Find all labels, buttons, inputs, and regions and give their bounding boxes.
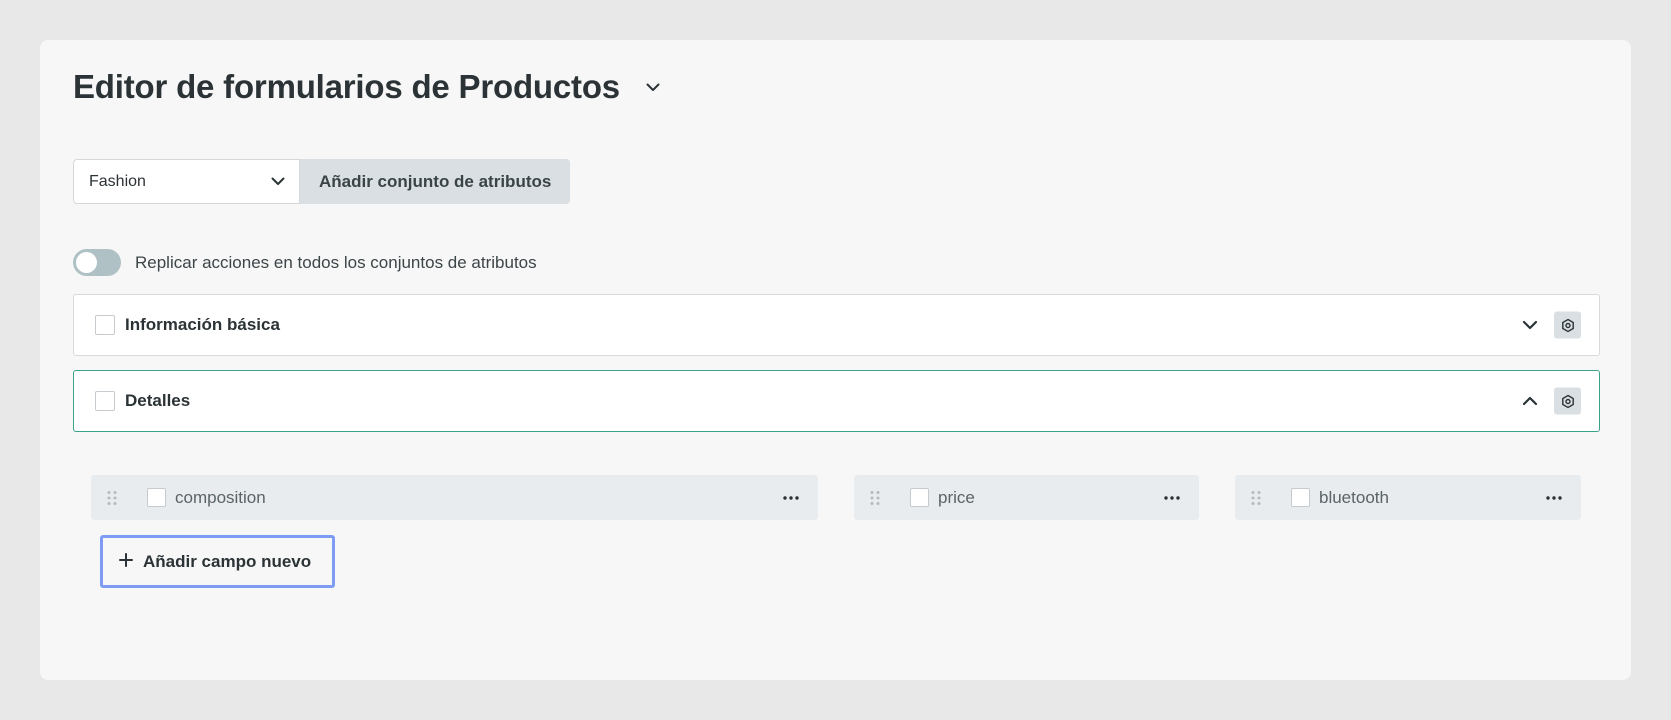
section-checkbox[interactable] (95, 315, 115, 335)
attribute-set-value: Fashion (89, 172, 146, 190)
field-price[interactable]: price (854, 475, 1199, 520)
title-row: Editor de formularios de Productos (73, 68, 662, 106)
more-icon[interactable] (1163, 491, 1181, 505)
field-checkbox[interactable] (147, 488, 166, 507)
chevron-down-icon[interactable] (644, 78, 662, 96)
add-attribute-set-button[interactable]: Añadir conjunto de atributos (300, 159, 571, 204)
section-basic-info[interactable]: Información básica (73, 294, 1600, 356)
gear-icon[interactable] (1554, 311, 1581, 339)
section-checkbox[interactable] (95, 391, 115, 411)
toggle-knob (76, 252, 97, 273)
gear-icon[interactable] (1554, 387, 1581, 415)
replicate-toggle-row: Replicar acciones en todos los conjuntos… (73, 249, 537, 276)
page-title: Editor de formularios de Productos (73, 68, 620, 105)
attribute-set-selector: Fashion Añadir conjunto de atributos (73, 159, 571, 204)
add-field-label: Añadir campo nuevo (143, 551, 312, 571)
attribute-set-select[interactable]: Fashion (73, 159, 300, 204)
plus-icon (119, 553, 133, 570)
field-checkbox[interactable] (1291, 488, 1310, 507)
form-editor-card: Editor de formularios de Productos Fashi… (40, 40, 1631, 680)
drag-handle-icon[interactable] (1251, 490, 1261, 506)
drag-handle-icon[interactable] (870, 490, 880, 506)
chevron-down-icon (271, 173, 285, 191)
chevron-up-icon[interactable] (1519, 390, 1541, 412)
chevron-down-icon[interactable] (1519, 314, 1541, 336)
field-checkbox[interactable] (910, 488, 929, 507)
field-composition[interactable]: composition (91, 475, 818, 520)
add-field-button[interactable]: Añadir campo nuevo (100, 535, 335, 588)
field-label: composition (175, 487, 266, 507)
section-details[interactable]: Detalles (73, 370, 1600, 432)
replicate-toggle[interactable] (73, 249, 121, 276)
section-title: Detalles (125, 391, 191, 410)
field-bluetooth[interactable]: bluetooth (1235, 475, 1581, 520)
field-label: bluetooth (1319, 487, 1389, 507)
more-icon[interactable] (1545, 491, 1563, 505)
drag-handle-icon[interactable] (107, 490, 117, 506)
field-label: price (938, 487, 975, 507)
more-icon[interactable] (782, 491, 800, 505)
section-title: Información básica (125, 315, 280, 334)
replicate-toggle-label: Replicar acciones en todos los conjuntos… (135, 252, 537, 272)
